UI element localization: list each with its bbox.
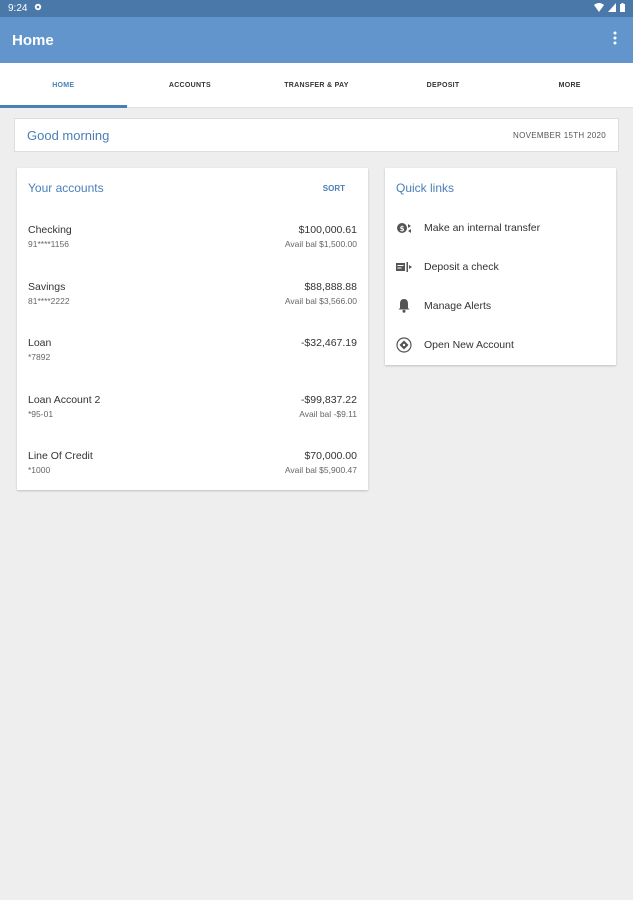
tab-more[interactable]: MORE xyxy=(506,63,633,107)
quick-link-label: Manage Alerts xyxy=(424,299,492,312)
account-number: *95-01 xyxy=(28,408,54,419)
account-row-loan[interactable]: Loan *7892 -$32,467.19 xyxy=(17,321,368,378)
quick-link-deposit-check[interactable]: Deposit a check xyxy=(385,247,616,286)
account-name: Loan xyxy=(28,337,52,349)
settings-icon xyxy=(33,2,43,15)
sort-button[interactable]: SORT xyxy=(323,184,345,193)
account-balance: $70,000.00 xyxy=(304,450,357,462)
quick-link-internal-transfer[interactable]: $ Make an internal transfer xyxy=(385,208,616,247)
accounts-title: Your accounts xyxy=(28,181,104,195)
quick-link-open-new-account[interactable]: Open New Account xyxy=(385,325,616,364)
page-title: Home xyxy=(12,31,54,49)
quick-link-manage-alerts[interactable]: Manage Alerts xyxy=(385,286,616,325)
tab-transfer-pay[interactable]: TRANSFER & PAY xyxy=(253,63,380,107)
quick-links-title: Quick links xyxy=(396,181,455,195)
quick-link-label: Deposit a check xyxy=(424,260,499,273)
tab-accounts[interactable]: ACCOUNTS xyxy=(127,63,254,107)
account-number: *1000 xyxy=(28,465,51,475)
check-deposit-icon xyxy=(396,259,412,275)
account-number: 81****2222 xyxy=(28,295,70,306)
account-balance: -$32,467.19 xyxy=(300,337,357,349)
account-name: Loan Account 2 xyxy=(28,393,101,406)
accounts-card: Your accounts SORT Checking 91****1156 $… xyxy=(17,168,368,490)
account-name: Line Of Credit xyxy=(28,450,93,462)
account-balance: $88,888.88 xyxy=(304,280,357,293)
account-balance: $100,000.61 xyxy=(298,224,357,236)
overflow-menu-icon[interactable] xyxy=(609,31,621,50)
account-number: 91****1156 xyxy=(28,239,69,249)
wifi-icon xyxy=(594,2,604,15)
tab-deposit[interactable]: DEPOSIT xyxy=(380,63,507,107)
greeting-bar: Good morning NOVEMBER 15TH 2020 xyxy=(14,118,619,152)
account-available: Avail bal $5,900.47 xyxy=(284,465,357,475)
account-row-savings[interactable]: Savings 81****2222 $88,888.88 Avail bal … xyxy=(17,265,368,322)
account-name: Checking xyxy=(28,224,72,236)
battery-icon xyxy=(620,2,625,15)
status-time: 9:24 xyxy=(8,3,28,14)
account-available: Avail bal $3,566.00 xyxy=(284,295,357,306)
tab-bar: HOME ACCOUNTS TRANSFER & PAY DEPOSIT MOR… xyxy=(0,63,633,108)
account-row-checking[interactable]: Checking 91****1156 $100,000.61 Avail ba… xyxy=(17,208,368,265)
account-row-line-of-credit[interactable]: Line Of Credit *1000 $70,000.00 Avail ba… xyxy=(17,434,368,491)
greeting-text: Good morning xyxy=(27,127,110,143)
account-balance: -$99,837.22 xyxy=(300,393,357,406)
account-name: Savings xyxy=(28,280,66,293)
account-row-loan-account-2[interactable]: Loan Account 2 *95-01 -$99,837.22 Avail … xyxy=(17,378,368,435)
account-available: Avail bal -$9.11 xyxy=(299,408,357,419)
greeting-date: NOVEMBER 15TH 2020 xyxy=(513,130,606,140)
transfer-icon: $ xyxy=(396,220,412,236)
bell-icon xyxy=(396,298,412,314)
quick-link-label: Open New Account xyxy=(424,338,514,351)
account-number: *7892 xyxy=(28,352,51,362)
open-account-icon xyxy=(396,336,412,353)
quick-link-label: Make an internal transfer xyxy=(424,221,541,234)
app-bar: Home xyxy=(0,17,633,63)
tab-home[interactable]: HOME xyxy=(0,63,127,108)
status-bar: 9:24 xyxy=(0,0,633,17)
quick-links-card: Quick links $ Make an internal transfer … xyxy=(385,168,616,365)
signal-icon xyxy=(608,2,616,15)
account-available: Avail bal $1,500.00 xyxy=(284,239,357,249)
svg-text:$: $ xyxy=(400,225,405,233)
